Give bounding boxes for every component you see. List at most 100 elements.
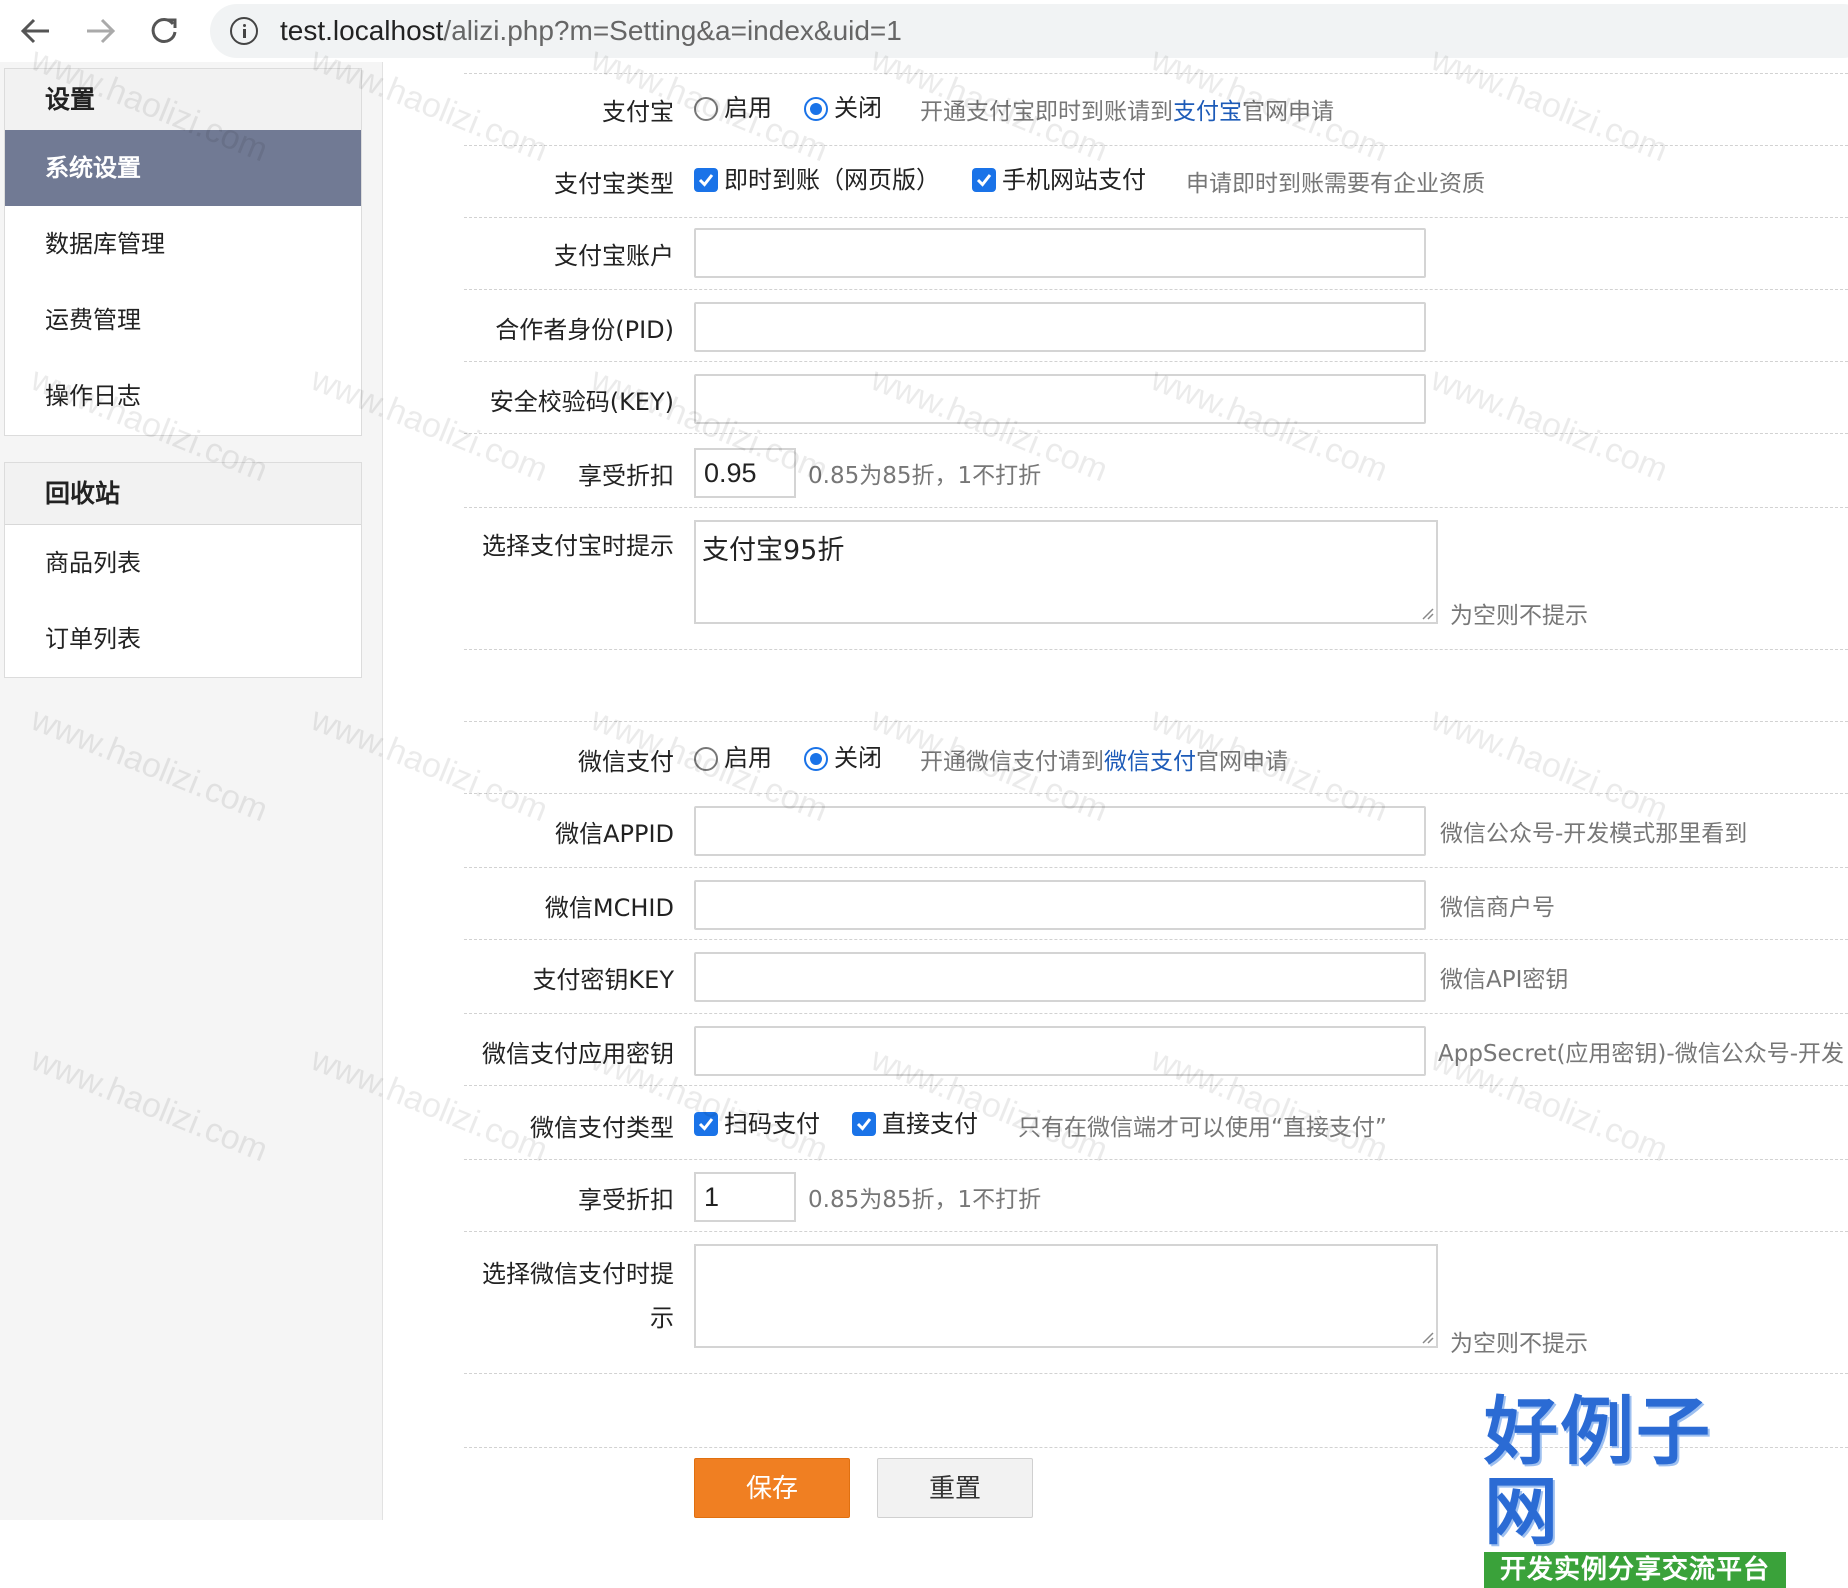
radio-disable[interactable] (804, 746, 828, 771)
alipay-discount-row: 享受折扣 0.95 0.85为85折，1不打折 (464, 434, 1848, 508)
alipay-tip-hint: 为空则不提示 (1450, 603, 1588, 629)
wx-discount-row: 享受折扣 1 0.85为85折，1不打折 (464, 1160, 1848, 1232)
hint-text: 开通微信支付请到 (920, 749, 1104, 775)
browser-toolbar: test.localhost/alizi.php?m=Setting&a=ind… (0, 0, 1848, 62)
wx-mchid-label: 微信MCHID (544, 894, 674, 922)
option-label: 关闭 (834, 94, 882, 122)
checkbox-icon[interactable] (852, 1111, 876, 1136)
wx-key-label: 支付密钥KEY (532, 966, 674, 994)
wxpay-link[interactable]: 微信支付 (1104, 749, 1196, 775)
alipay-pid-row: 合作者身份(PID) (464, 290, 1848, 362)
sidebar-item-logs[interactable]: 操作日志 (5, 358, 361, 434)
resize-handle-icon[interactable] (1420, 606, 1434, 620)
hint-text: 官网申请 (1242, 99, 1334, 125)
alipay-tip-textarea[interactable]: 支付宝95折 (694, 520, 1438, 624)
resize-handle-icon[interactable] (1420, 1330, 1434, 1344)
wx-type-label: 微信支付类型 (530, 1114, 674, 1142)
alipay-discount-input[interactable]: 0.95 (694, 448, 796, 498)
wx-mchid-hint: 微信商户号 (1440, 895, 1555, 921)
checkbox-icon[interactable] (694, 167, 718, 192)
radio-disable[interactable] (804, 96, 828, 121)
sidebar-item-shipping[interactable]: 运费管理 (5, 282, 361, 358)
sidebar-item-products[interactable]: 商品列表 (5, 525, 361, 601)
alipay-hint: 开通支付宝即时到账请到支付宝官网申请 (920, 92, 1334, 126)
alipay-link[interactable]: 支付宝 (1173, 99, 1242, 125)
reset-button[interactable]: 重置 (877, 1458, 1033, 1518)
brand-logo: 好例子网 开发实例分享交流平台 (1484, 1392, 1786, 1588)
wx-tip-label: 选择微信支付时提示 (482, 1260, 674, 1332)
wx-discount-label: 享受折扣 (578, 1186, 674, 1214)
hint-text: 开通支付宝即时到账请到 (920, 99, 1173, 125)
alipay-type-label: 支付宝类型 (554, 170, 674, 198)
radio-enable[interactable] (694, 746, 718, 771)
wx-discount-input[interactable]: 1 (694, 1172, 796, 1222)
wx-key-hint: 微信API密钥 (1440, 967, 1569, 993)
alipay-key-input[interactable] (694, 374, 1426, 424)
wx-tip-row: 选择微信支付时提示 为空则不提示 (464, 1232, 1848, 1374)
wx-type-scan[interactable]: 扫码支付 (694, 1104, 820, 1139)
address-bar[interactable]: test.localhost/alizi.php?m=Setting&a=ind… (210, 4, 1848, 58)
alipay-label: 支付宝 (602, 98, 674, 126)
wx-appid-input[interactable] (694, 806, 1426, 856)
alipay-pid-input[interactable] (694, 302, 1426, 352)
brand-subtitle: 开发实例分享交流平台 (1484, 1552, 1786, 1588)
wxpay-label: 微信支付 (578, 748, 674, 776)
sidebar-item-system-settings[interactable]: 系统设置 (5, 130, 361, 206)
info-icon[interactable] (230, 17, 258, 45)
url-text: test.localhost/alizi.php?m=Setting&a=ind… (280, 15, 902, 47)
alipay-enable-option[interactable]: 启用 (694, 88, 772, 123)
back-icon[interactable] (16, 11, 56, 51)
checkbox-icon[interactable] (972, 167, 996, 192)
sidebar-item-orders[interactable]: 订单列表 (5, 601, 361, 677)
alipay-row: 支付宝 启用 关闭 开通支付宝即时到账请到支付宝官网申请 (464, 74, 1848, 146)
wx-type-direct[interactable]: 直接支付 (852, 1104, 978, 1139)
url-host: test.localhost (280, 15, 444, 46)
wx-tip-textarea[interactable] (694, 1244, 1438, 1348)
alipay-tip-label: 选择支付宝时提示 (482, 532, 674, 560)
alipay-type-instant[interactable]: 即时到账（网页版） (694, 160, 940, 195)
alipay-discount-hint: 0.85为85折，1不打折 (808, 463, 1042, 489)
alipay-disable-option[interactable]: 关闭 (804, 88, 882, 123)
sidebar-item-database[interactable]: 数据库管理 (5, 206, 361, 282)
wx-secret-hint: AppSecret(应用密钥)-微信公众号-开发 (1438, 1041, 1844, 1067)
wx-appid-label: 微信APPID (555, 820, 674, 848)
save-button[interactable]: 保存 (694, 1458, 850, 1518)
alipay-type-hint: 申请即时到账需要有企业资质 (1186, 171, 1485, 197)
form-top-divider (464, 62, 1848, 74)
textarea-value: 支付宝95折 (702, 535, 845, 566)
option-label: 手机网站支付 (1002, 166, 1146, 194)
alipay-discount-label: 享受折扣 (578, 462, 674, 490)
alipay-type-mobile[interactable]: 手机网站支付 (972, 160, 1146, 195)
alipay-account-row: 支付宝账户 (464, 218, 1848, 290)
wx-appid-row: 微信APPID 微信公众号-开发模式那里看到 (464, 794, 1848, 868)
option-label: 即时到账（网页版） (724, 166, 940, 194)
alipay-type-row: 支付宝类型 即时到账（网页版） 手机网站支付 申请即时到账需要有企业资质 (464, 146, 1848, 218)
wxpay-enable-option[interactable]: 启用 (694, 738, 772, 773)
wx-secret-row: 微信支付应用密钥 AppSecret(应用密钥)-微信公众号-开发 (464, 1014, 1848, 1086)
panel-title: 回收站 (5, 463, 361, 525)
wx-appid-hint: 微信公众号-开发模式那里看到 (1440, 821, 1748, 847)
hint-text: 官网申请 (1196, 749, 1288, 775)
wx-key-input[interactable] (694, 952, 1426, 1002)
reload-icon[interactable] (144, 11, 184, 51)
checkbox-icon[interactable] (694, 1111, 718, 1136)
forward-icon[interactable] (80, 11, 120, 51)
wx-secret-label: 微信支付应用密钥 (482, 1040, 674, 1068)
wxpay-row: 微信支付 启用 关闭 开通微信支付请到微信支付官网申请 (464, 722, 1848, 794)
alipay-pid-label: 合作者身份(PID) (495, 316, 674, 344)
option-label: 扫码支付 (724, 1110, 820, 1138)
wx-tip-hint: 为空则不提示 (1450, 1331, 1588, 1357)
wx-mchid-input[interactable] (694, 880, 1426, 930)
alipay-key-label: 安全校验码(KEY) (489, 388, 674, 416)
radio-enable[interactable] (694, 96, 718, 121)
wxpay-disable-option[interactable]: 关闭 (804, 738, 882, 773)
alipay-key-row: 安全校验码(KEY) (464, 362, 1848, 434)
wx-secret-input[interactable] (694, 1026, 1426, 1076)
wx-key-row: 支付密钥KEY 微信API密钥 (464, 940, 1848, 1014)
spacer-row (464, 650, 1848, 722)
sidebar-panel-recycle: 回收站 商品列表 订单列表 (4, 462, 362, 678)
sidebar-panel-settings: 设置 系统设置 数据库管理 运费管理 操作日志 (4, 68, 362, 436)
wx-type-row: 微信支付类型 扫码支付 直接支付 只有在微信端才可以使用“直接支付” (464, 1086, 1848, 1160)
alipay-account-input[interactable] (694, 228, 1426, 278)
alipay-tip-row: 选择支付宝时提示 支付宝95折 为空则不提示 (464, 508, 1848, 650)
